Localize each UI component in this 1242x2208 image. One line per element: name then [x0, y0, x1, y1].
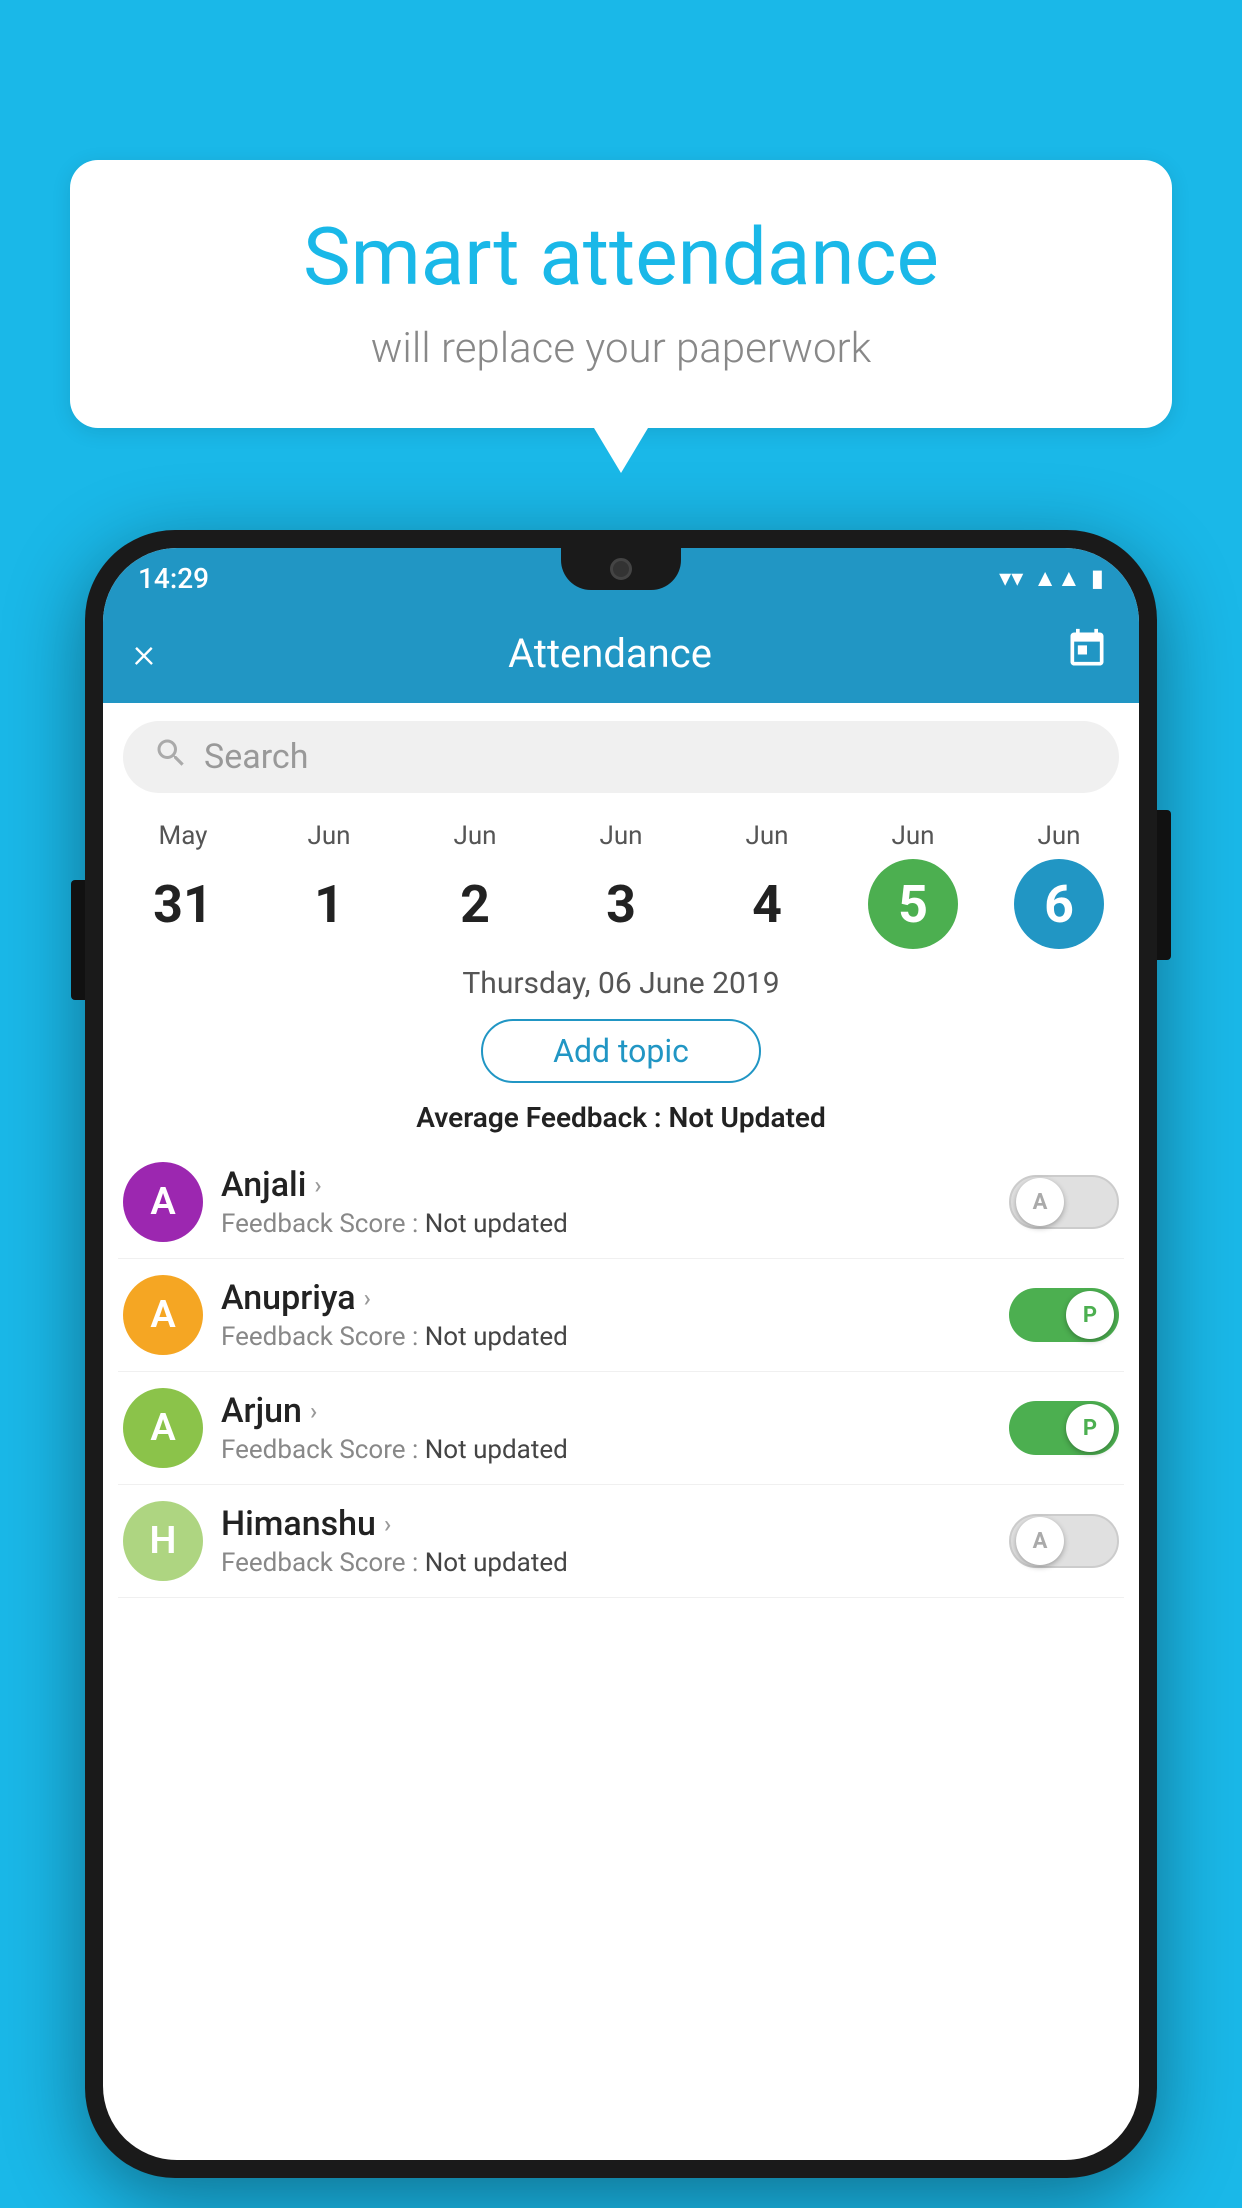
avatar: A [123, 1275, 203, 1355]
student-info: Himanshu › Feedback Score : Not updated [221, 1504, 991, 1578]
avatar: A [123, 1162, 203, 1242]
student-info: Anjali › Feedback Score : Not updated [221, 1165, 991, 1239]
add-topic-button[interactable]: Add topic [481, 1019, 761, 1083]
cal-day-1[interactable]: Jun 1 [264, 821, 394, 949]
chevron-right-icon: › [314, 1171, 321, 1199]
cal-day-5[interactable]: Jun 5 [848, 821, 978, 949]
calendar-icon[interactable] [1065, 627, 1109, 680]
cal-day-6[interactable]: Jun 6 [994, 821, 1124, 949]
phone-frame: 14:29 ▾▾ ▲▲ ▮ × Attendance [85, 530, 1157, 2178]
student-feedback: Feedback Score : Not updated [221, 1548, 991, 1578]
avatar: A [123, 1388, 203, 1468]
header-title: Attendance [180, 630, 1040, 677]
avg-feedback: Average Feedback : Not Updated [103, 1091, 1139, 1146]
cal-day-0[interactable]: May 31 [118, 821, 248, 949]
phone-notch [561, 548, 681, 590]
chevron-right-icon: › [384, 1510, 391, 1538]
toggle-knob: A [1016, 1517, 1064, 1565]
close-button[interactable]: × [133, 629, 155, 678]
student-info: Anupriya › Feedback Score : Not updated [221, 1278, 991, 1352]
toggle-knob: A [1016, 1178, 1064, 1226]
chevron-right-icon: › [364, 1284, 371, 1312]
calendar-row: May 31 Jun 1 Jun 2 Jun 3 Jun 4 Jun 5 [103, 811, 1139, 954]
attendance-toggle[interactable]: A [1009, 1514, 1119, 1568]
avatar: H [123, 1501, 203, 1581]
battery-icon: ▮ [1091, 564, 1104, 592]
student-name: Anjali › [221, 1165, 991, 1205]
status-icons: ▾▾ ▲▲ ▮ [999, 564, 1104, 593]
attendance-toggle[interactable]: P [1009, 1288, 1119, 1342]
search-bar[interactable]: Search [123, 721, 1119, 793]
student-name: Arjun › [221, 1391, 991, 1431]
status-time: 14:29 [138, 562, 209, 595]
attendance-toggle[interactable]: A [1009, 1175, 1119, 1229]
wifi-icon: ▾▾ [999, 564, 1023, 592]
cal-day-2[interactable]: Jun 2 [410, 821, 540, 949]
toggle-knob: P [1066, 1404, 1114, 1452]
search-icon [153, 735, 189, 780]
cal-day-4[interactable]: Jun 4 [702, 821, 832, 949]
student-feedback: Feedback Score : Not updated [221, 1322, 991, 1352]
student-item[interactable]: A Arjun › Feedback Score : Not updated P [118, 1372, 1124, 1485]
student-name: Himanshu › [221, 1504, 991, 1544]
student-list: A Anjali › Feedback Score : Not updated … [103, 1146, 1139, 1598]
student-name: Anupriya › [221, 1278, 991, 1318]
camera-dot [610, 558, 632, 580]
search-placeholder: Search [204, 737, 308, 777]
speech-bubble: Smart attendance will replace your paper… [70, 160, 1172, 428]
toggle-knob: P [1066, 1291, 1114, 1339]
app-header: × Attendance [103, 603, 1139, 703]
student-feedback: Feedback Score : Not updated [221, 1435, 991, 1465]
signal-icon: ▲▲ [1033, 564, 1081, 593]
phone-screen: 14:29 ▾▾ ▲▲ ▮ × Attendance [103, 548, 1139, 2160]
chevron-right-icon: › [310, 1397, 317, 1425]
student-item[interactable]: A Anupriya › Feedback Score : Not update… [118, 1259, 1124, 1372]
student-item[interactable]: A Anjali › Feedback Score : Not updated … [118, 1146, 1124, 1259]
student-feedback: Feedback Score : Not updated [221, 1209, 991, 1239]
cal-day-3[interactable]: Jun 3 [556, 821, 686, 949]
selected-date: Thursday, 06 June 2019 [103, 954, 1139, 1011]
bubble-title: Smart attendance [130, 210, 1112, 304]
bubble-subtitle: will replace your paperwork [130, 324, 1112, 373]
attendance-toggle[interactable]: P [1009, 1401, 1119, 1455]
student-item[interactable]: H Himanshu › Feedback Score : Not update… [118, 1485, 1124, 1598]
student-info: Arjun › Feedback Score : Not updated [221, 1391, 991, 1465]
